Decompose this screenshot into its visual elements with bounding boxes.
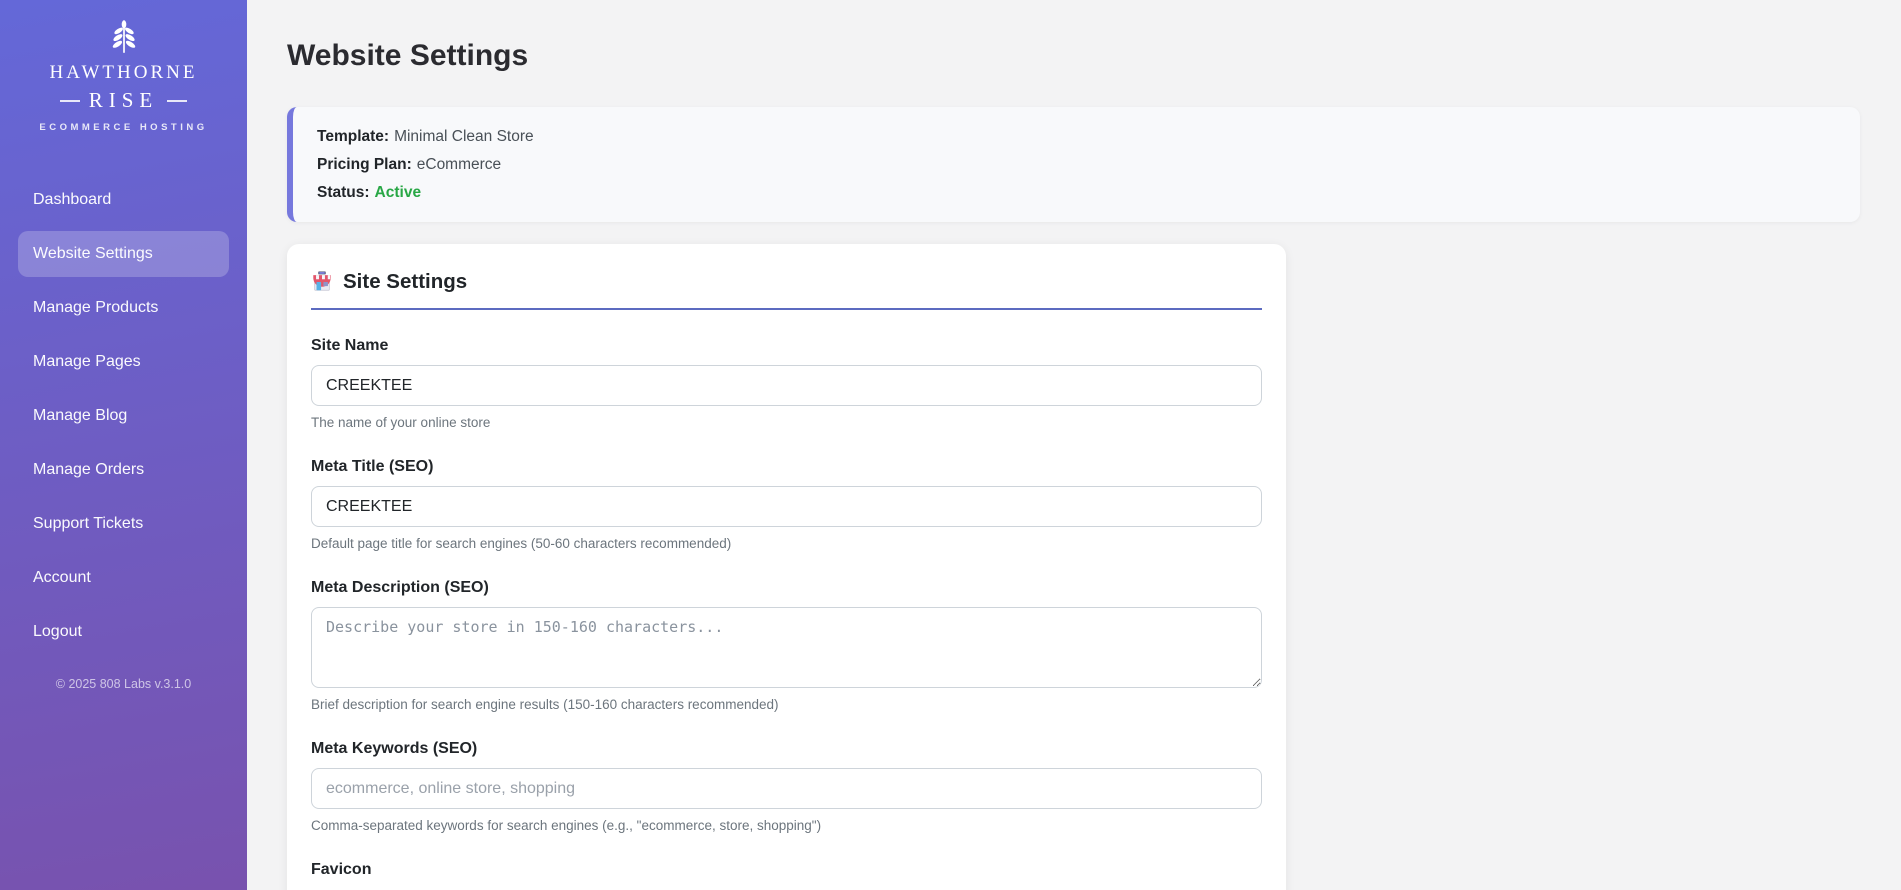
sidebar-item-manage-products[interactable]: Manage Products: [0, 285, 247, 331]
sidebar-item-dashboard[interactable]: Dashboard: [0, 177, 247, 223]
sidebar-copyright: © 2025 808 Labs v.3.1.0: [55, 677, 192, 691]
sidebar-item-logout[interactable]: Logout: [0, 609, 247, 655]
sidebar-item-website-settings[interactable]: Website Settings: [18, 231, 229, 277]
help-meta-keywords: Comma-separated keywords for search engi…: [311, 818, 822, 833]
info-row-status: Status: Active: [317, 183, 1836, 202]
brand-tagline: ECOMMERCE HOSTING: [39, 122, 208, 133]
info-row-pricing-plan: Pricing Plan: eCommerce: [317, 155, 1836, 174]
info-label-status: Status:: [317, 184, 370, 201]
leaf-icon: [112, 20, 135, 53]
help-site-name: The name of your online store: [311, 415, 491, 430]
help-meta-description: Brief description for search engine resu…: [311, 697, 779, 712]
main-content: Website Settings Template: Minimal Clean …: [247, 0, 1901, 890]
info-label-template: Template:: [317, 128, 390, 145]
site-settings-card: Site Settings Site Name The name of your…: [287, 244, 1286, 890]
brand-name-line1: HAWTHORNE: [49, 62, 198, 83]
sidebar-item-account[interactable]: Account: [0, 555, 247, 601]
field-label-meta-title: Meta Title (SEO): [311, 458, 434, 475]
sidebar-item-manage-pages[interactable]: Manage Pages: [0, 339, 247, 385]
info-row-template: Template: Minimal Clean Store: [317, 127, 1836, 146]
meta-title-input[interactable]: [311, 486, 1262, 527]
sidebar: HAWTHORNE RISE ECOMMERCE HOSTING Dashboa…: [0, 0, 247, 890]
store-icon: [313, 271, 331, 291]
brand-name-line2-row: RISE: [10, 88, 237, 113]
help-meta-title: Default page title for search engines (5…: [311, 536, 732, 551]
info-label-pricing-plan: Pricing Plan:: [317, 156, 412, 173]
rise-dash: [167, 99, 188, 102]
brand-name-line2: RISE: [88, 88, 159, 112]
status-badge: Active: [374, 184, 422, 201]
app-root: HAWTHORNE RISE ECOMMERCE HOSTING Dashboa…: [0, 0, 1901, 890]
card-title: Site Settings: [343, 270, 468, 293]
sidebar-item-support-tickets[interactable]: Support Tickets: [0, 501, 247, 547]
sidebar-nav: Dashboard Website Settings Manage Produc…: [0, 177, 247, 655]
field-label-site-name: Site Name: [311, 337, 389, 354]
rise-dash: [59, 99, 80, 102]
brand-logo: HAWTHORNE RISE ECOMMERCE HOSTING: [0, 0, 247, 133]
field-label-favicon: Favicon: [311, 861, 372, 878]
info-value-template: Minimal Clean Store: [394, 128, 534, 145]
field-label-meta-description: Meta Description (SEO): [311, 579, 489, 596]
meta-description-textarea[interactable]: [311, 607, 1262, 688]
page-title: Website Settings: [287, 39, 529, 72]
card-header: Site Settings: [311, 270, 1262, 310]
meta-keywords-input[interactable]: [311, 768, 1262, 809]
field-label-meta-keywords: Meta Keywords (SEO): [311, 740, 478, 757]
site-name-input[interactable]: [311, 365, 1262, 406]
site-info-box: Template: Minimal Clean Store Pricing Pla…: [287, 107, 1860, 222]
info-value-pricing-plan: eCommerce: [416, 156, 502, 173]
sidebar-item-manage-orders[interactable]: Manage Orders: [0, 447, 247, 493]
sidebar-item-manage-blog[interactable]: Manage Blog: [0, 393, 247, 439]
